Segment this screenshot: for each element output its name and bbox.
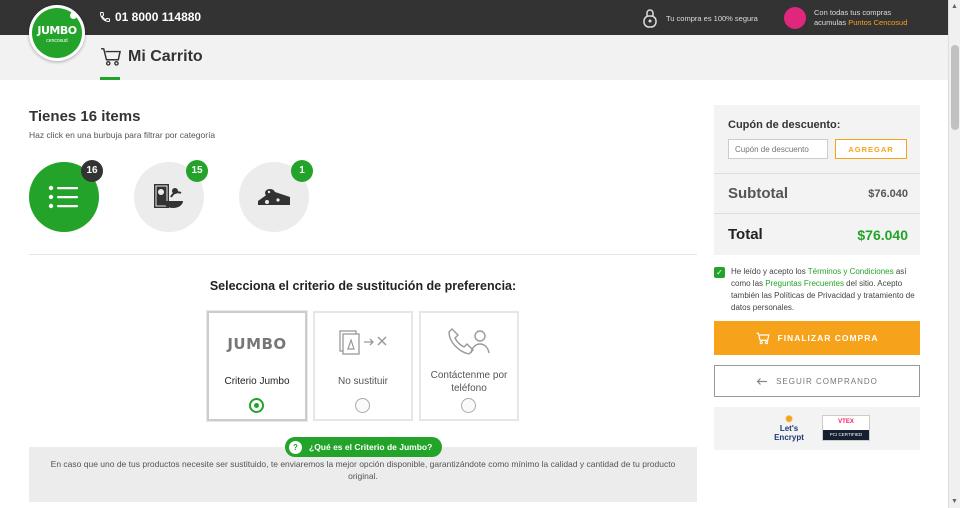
title-underline xyxy=(100,77,120,80)
le-line-1: Let's xyxy=(779,424,799,433)
bubble-count: 1 xyxy=(291,160,313,182)
back-arrow-icon xyxy=(756,377,768,385)
radio-unselected[interactable] xyxy=(355,398,370,413)
bubble-count: 15 xyxy=(186,160,208,182)
phone-contact[interactable]: 01 8000 114880 xyxy=(99,10,201,24)
section-divider xyxy=(29,254,697,255)
top-bar: 01 8000 114880 Tu compra es 100% segura … xyxy=(0,0,948,35)
subtotal-value: $76.040 xyxy=(868,187,908,200)
coupon-add-button[interactable]: AGREGAR xyxy=(835,139,907,159)
option-label: No sustituir xyxy=(337,376,388,387)
summary-divider xyxy=(714,213,920,214)
puntos-line-2: acumulas xyxy=(814,18,849,27)
lets-encrypt-sun-icon: ✺ xyxy=(785,414,793,424)
finish-purchase-button[interactable]: FINALIZAR COMPRA xyxy=(714,321,920,355)
vtex-label: VTEX xyxy=(838,419,854,425)
continue-label: SEGUIR COMPRANDO xyxy=(776,376,878,386)
lets-encrypt-badge: ✺ Let's Encrypt xyxy=(770,414,808,443)
substitution-title: Selecciona el criterio de sustitución de… xyxy=(209,279,517,293)
option-criterio-jumbo[interactable]: JUMBO Criterio Jumbo xyxy=(207,311,307,421)
subtotal-label: Subtotal xyxy=(728,185,788,202)
total-label: Total xyxy=(728,226,763,243)
phone-number: 01 8000 114880 xyxy=(115,10,202,24)
radio-selected[interactable] xyxy=(249,398,264,413)
scroll-up-icon[interactable]: ▲ xyxy=(951,3,958,10)
list-icon xyxy=(48,185,78,209)
phone-contact-icon xyxy=(448,328,490,355)
page-title: Mi Carrito xyxy=(100,47,203,67)
terms-link[interactable]: Términos y Condiciones xyxy=(808,267,894,276)
subtotal-row: Subtotal $76.040 xyxy=(728,185,908,202)
items-hint: Haz click en una burbuja para filtrar po… xyxy=(29,130,216,140)
bubble-count: 16 xyxy=(81,160,103,182)
jumbo-brand-text: JUMBO xyxy=(227,335,287,353)
faq-link[interactable]: Preguntas Frecuentes xyxy=(765,279,844,288)
info-pill-label: ¿Qué es el Criterio de Jumbo? xyxy=(309,442,433,452)
total-row: Total $76.040 xyxy=(728,226,908,243)
jumbo-logo[interactable]: JUMBO cencosud xyxy=(29,5,85,61)
logo-dot xyxy=(70,12,77,19)
secure-text: Tu compra es 100% segura xyxy=(666,13,758,23)
puntos-highlight: Puntos Cencosud xyxy=(848,18,908,27)
terms-text: He leído y acepto los Términos y Condici… xyxy=(731,266,920,314)
cheese-icon xyxy=(258,189,290,205)
category-bubble-cheese[interactable]: 1 xyxy=(239,160,313,232)
phone-icon xyxy=(99,12,110,23)
total-value: $76.040 xyxy=(857,226,908,243)
option-contactenme[interactable]: Contáctenme por teléfono xyxy=(419,311,519,421)
no-substitute-icon xyxy=(339,330,387,355)
le-line-2: Encrypt xyxy=(774,433,804,442)
logo-text: JUMBO xyxy=(37,24,77,37)
lock-icon xyxy=(643,9,657,28)
continue-shopping-button[interactable]: SEGUIR COMPRANDO xyxy=(714,365,920,397)
pci-label: PCI CERTIFIED xyxy=(823,430,869,440)
category-bubble-grocery[interactable]: 15 xyxy=(134,160,208,232)
grocery-bag-icon xyxy=(154,184,183,208)
option-label: Criterio Jumbo xyxy=(224,376,290,387)
scroll-down-icon[interactable]: ▼ xyxy=(951,498,958,505)
puntos-logo xyxy=(784,7,806,29)
option-no-sustituir[interactable]: No sustituir xyxy=(313,311,413,421)
criterio-info-button[interactable]: ? ¿Qué es el Criterio de Jumbo? xyxy=(285,437,443,457)
order-summary: Cupón de descuento: AGREGAR Subtotal $76… xyxy=(714,105,920,255)
trust-badges: ✺ Let's Encrypt VTEX PCI CERTIFIED xyxy=(714,407,920,450)
scrollbar[interactable]: ▲ ▼ xyxy=(948,0,960,508)
info-text: En caso que uno de tus productos necesit… xyxy=(50,459,676,481)
puntos-line-1: Con todas tus compras xyxy=(814,8,892,17)
logo-subtext: cencosud xyxy=(46,38,68,44)
question-icon: ? xyxy=(289,440,302,454)
category-bubble-all[interactable]: 16 xyxy=(29,160,103,232)
cart-icon xyxy=(101,48,121,66)
puntos-cencosud[interactable]: Con todas tus compras acumulas Puntos Ce… xyxy=(784,7,907,29)
page-title-text: Mi Carrito xyxy=(128,48,203,65)
vtex-pci-badge: VTEX PCI CERTIFIED xyxy=(822,415,870,441)
scroll-thumb[interactable] xyxy=(951,45,959,130)
summary-divider xyxy=(714,173,920,174)
terms-acceptance: ✓ He leído y acepto los Términos y Condi… xyxy=(714,266,920,314)
option-label: Contáctenme por teléfono xyxy=(430,370,508,394)
cart-icon xyxy=(756,332,770,344)
finish-label: FINALIZAR COMPRA xyxy=(777,333,879,343)
items-title: Tienes 16 items xyxy=(29,108,141,125)
page-header: Mi Carrito xyxy=(0,35,948,80)
coupon-label: Cupón de descuento: xyxy=(728,119,841,131)
secure-purchase: Tu compra es 100% segura xyxy=(642,8,758,28)
coupon-input[interactable] xyxy=(728,139,828,159)
terms-text-1: He leído y acepto los xyxy=(731,267,808,276)
terms-checkbox[interactable]: ✓ xyxy=(714,267,725,278)
radio-unselected[interactable] xyxy=(461,398,476,413)
